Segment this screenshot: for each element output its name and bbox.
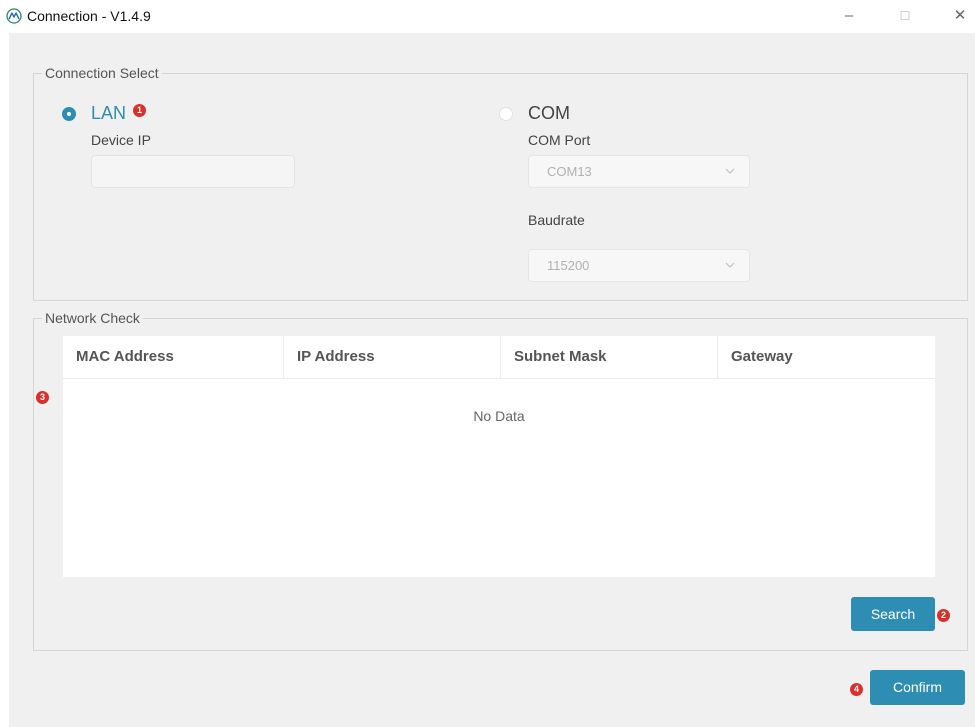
com-radio[interactable] [499,107,513,121]
confirm-annotation-badge: 4 [850,683,863,696]
lan-label[interactable]: LAN [91,103,126,124]
column-header-mac[interactable]: MAC Address [63,336,283,378]
maximize-button[interactable]: ☐ [890,4,920,28]
search-annotation-badge: 2 [937,609,950,622]
column-header-subnet[interactable]: Subnet Mask [500,336,717,378]
baudrate-select[interactable]: 115200 [528,249,750,282]
baudrate-value: 115200 [547,258,590,273]
connection-select-legend: Connection Select [45,65,159,81]
com-port-select[interactable]: COM13 [528,155,750,188]
com-port-value: COM13 [547,164,592,179]
close-button[interactable]: ✕ [945,4,975,28]
chevron-down-icon [725,262,735,268]
com-port-label: COM Port [528,132,591,148]
device-ip-label: Device IP [91,132,151,148]
confirm-button[interactable]: Confirm [870,670,965,705]
baudrate-label: Baudrate [528,212,585,228]
network-check-legend: Network Check [45,310,140,326]
dialog-body: Connection Select LAN 1 Device IP COM CO… [9,33,975,727]
minimize-button[interactable]: – [834,4,864,28]
search-button[interactable]: Search [851,597,935,631]
title-bar: Connection - V1.4.9 – ☐ ✕ [0,0,975,32]
table-annotation-badge: 3 [36,391,49,404]
empty-state-text: No Data [473,408,525,424]
lan-radio[interactable] [62,107,76,121]
window-title: Connection - V1.4.9 [27,8,151,24]
app-logo-icon [6,8,22,24]
column-header-gateway[interactable]: Gateway [717,336,935,378]
network-table: MAC Address IP Address Subnet Mask Gatew… [63,336,935,577]
chevron-down-icon [725,168,735,174]
column-header-ip[interactable]: IP Address [283,336,500,378]
device-ip-input[interactable] [91,155,295,188]
lan-annotation-badge: 1 [133,104,146,117]
table-header: MAC Address IP Address Subnet Mask Gatew… [63,336,935,379]
com-label[interactable]: COM [528,103,570,124]
